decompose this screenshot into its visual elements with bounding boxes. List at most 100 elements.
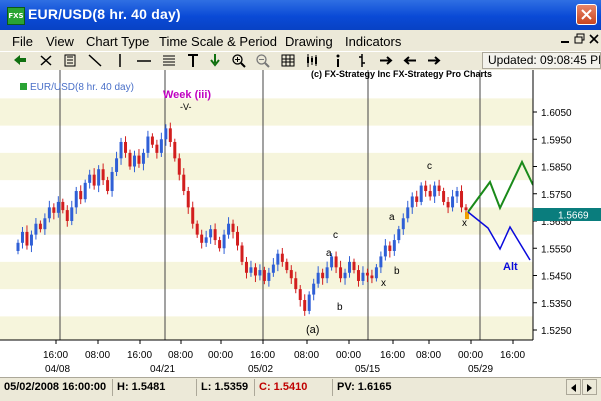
candle-body [137, 155, 141, 164]
bar-icon[interactable] [354, 53, 370, 68]
close-button[interactable] [576, 4, 597, 25]
menu-file[interactable]: File [12, 34, 33, 49]
restore-chart-icon[interactable] [574, 33, 586, 45]
arrow-right-icon-2[interactable] [426, 53, 442, 68]
scroll-right-button[interactable] [582, 379, 597, 395]
close-chart-icon[interactable] [588, 33, 600, 45]
candle-body [437, 185, 441, 192]
arrow-left-icon[interactable] [402, 53, 418, 68]
candle-body [168, 128, 172, 142]
chart-canvas[interactable]: 1.60501.59501.58501.57501.56501.55501.54… [0, 70, 601, 377]
minimize-chart-icon[interactable] [559, 33, 571, 45]
menu-view[interactable]: View [46, 34, 74, 49]
candle-body [150, 136, 154, 145]
line-tool-icon[interactable] [87, 53, 103, 68]
candle-body [213, 229, 217, 241]
candle-body [303, 300, 307, 311]
candle-body [419, 185, 423, 202]
menu-chart-type[interactable]: Chart Type [86, 34, 149, 49]
wave-a1-label: a [326, 248, 332, 259]
trend-line-icon[interactable] [62, 53, 78, 68]
candle-body [285, 261, 289, 271]
candle-body [253, 267, 257, 276]
candle-body [124, 141, 128, 153]
candle-body [25, 231, 29, 246]
time-label: 16:00 [380, 350, 405, 361]
scroll-left-icon [571, 384, 576, 392]
candle-body [446, 201, 450, 208]
candle-body [16, 242, 20, 251]
candle-body [146, 136, 150, 153]
candle-body [34, 223, 38, 235]
price-label: 1.5350 [541, 299, 572, 310]
candle-body [267, 272, 271, 281]
fibonacci-icon[interactable] [161, 53, 177, 68]
arrow-right-icon[interactable] [378, 53, 394, 68]
candle-body [361, 272, 365, 281]
zoom-in-icon[interactable] [231, 53, 247, 68]
candle-body [236, 231, 240, 246]
candle-body [464, 207, 468, 211]
arrow-down-icon[interactable] [207, 53, 223, 68]
zoom-out-icon[interactable] [255, 53, 271, 68]
price-label: 1.5950 [541, 135, 572, 146]
candle-body [231, 223, 235, 232]
price-chart[interactable]: 1.6050 1.5950 1.5850 1.5750 1.5650 1.5550 1.54… [0, 70, 601, 377]
candle-body [325, 267, 329, 279]
date-label: 05/15 [355, 364, 380, 375]
candle-body [56, 201, 60, 213]
time-label: 16:00 [127, 350, 152, 361]
menu-drawing[interactable]: Drawing [285, 34, 333, 49]
time-label: 16:00 [43, 350, 68, 361]
candle-body [289, 270, 293, 279]
grid-icon[interactable] [280, 53, 296, 68]
time-label: 08:00 [168, 350, 193, 361]
candle-body [307, 294, 311, 311]
time-label: 16:00 [250, 350, 275, 361]
info-icon[interactable] [330, 53, 346, 68]
candle-body [65, 210, 69, 221]
text-icon[interactable] [185, 53, 201, 68]
candle-body [343, 272, 347, 279]
candle-body [392, 240, 396, 251]
candle-body [83, 182, 87, 200]
menu-time-scale-period[interactable]: Time Scale & Period [159, 34, 277, 49]
status-datetime: 05/02/2008 16:00:00 [4, 381, 107, 393]
current-price-label: 1.5669 [558, 211, 589, 222]
candle-body [460, 191, 464, 208]
candles-icon[interactable] [304, 53, 320, 68]
candle-body [276, 253, 280, 265]
horizontal-line-icon[interactable] [136, 53, 152, 68]
legend-swatch [20, 83, 27, 90]
cursor-icon[interactable] [12, 53, 28, 68]
price-label: 1.5450 [541, 272, 572, 283]
candle-body [186, 191, 190, 208]
grid-band [0, 152, 533, 181]
price-label: 1.5550 [541, 244, 572, 255]
candle-body [155, 144, 159, 153]
candle-body [115, 158, 119, 172]
scroll-left-button[interactable] [566, 379, 581, 395]
date-label: 04/08 [45, 364, 70, 375]
candle-body [312, 283, 316, 295]
date-label: 05/29 [468, 364, 493, 375]
grid-band [0, 98, 533, 126]
candle-body [191, 207, 195, 224]
candle-body [52, 207, 56, 213]
vertical-line-icon[interactable] [112, 53, 128, 68]
title-bar: FXS EUR/USD(8 hr. 40 day) [0, 0, 601, 30]
candle-body [61, 201, 65, 211]
crosshair-icon[interactable] [38, 53, 54, 68]
candle-body [177, 158, 181, 175]
updated-time: Updated: 09:08:45 PM [482, 52, 601, 69]
wave-a-label: (a) [306, 324, 319, 336]
candle-body [294, 278, 298, 290]
status-high: H: 1.5481 [112, 379, 167, 396]
candle-body [428, 191, 432, 197]
status-close: C: 1.5410 [254, 379, 317, 396]
candle-body [249, 267, 253, 273]
menu-bar: File View Chart Type Time Scale & Period… [0, 30, 601, 51]
week-label: Week (iii) [163, 89, 211, 101]
menu-indicators[interactable]: Indicators [345, 34, 401, 49]
candle-body [209, 229, 213, 238]
